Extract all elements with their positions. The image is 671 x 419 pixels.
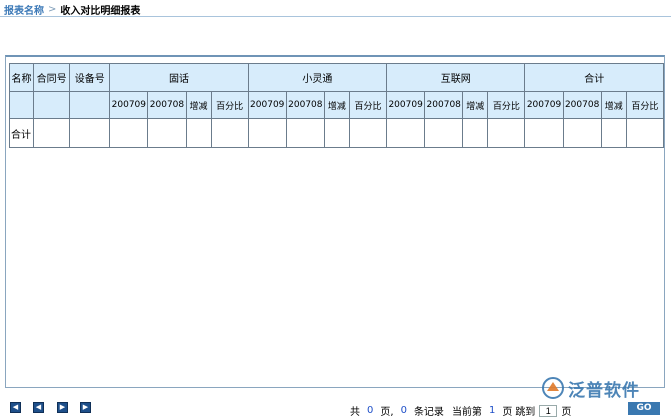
next-page-icon[interactable]: ▶	[57, 402, 68, 413]
go-button[interactable]: GO	[628, 402, 660, 415]
pager-total-records: 0	[400, 405, 407, 416]
group-header-total: 合计	[524, 63, 664, 92]
pager-pages-unit: 页,	[380, 407, 394, 418]
pager-jump-unit: 页	[561, 407, 572, 418]
prev-page-icon[interactable]: ◀	[33, 402, 44, 413]
jump-page-input[interactable]	[539, 404, 558, 417]
pager-total-pages: 0	[367, 405, 374, 416]
sub-header-percent: 百分比	[210, 91, 249, 119]
table-cell	[462, 118, 489, 148]
table-cell	[69, 118, 111, 148]
sub-header-200709: 200709	[524, 91, 564, 119]
page-title: 收入对比明细报表	[60, 5, 141, 17]
table-cell	[386, 118, 426, 148]
sub-header-change: 增减	[323, 91, 350, 119]
pager-current-prefix: 当前第	[451, 407, 482, 418]
group-header-landline: 固话	[109, 63, 249, 92]
table-cell	[185, 118, 212, 148]
pager-current-unit: 页	[502, 407, 513, 418]
table-cell	[600, 118, 627, 148]
table-cell	[210, 118, 249, 148]
total-row-label: 合计	[8, 118, 35, 148]
group-header-phs: 小灵通	[247, 63, 388, 92]
watermark-text: 泛普软件	[568, 380, 640, 401]
col-header-contract: 合同号	[33, 63, 71, 92]
pager-total-prefix: 共	[350, 407, 360, 418]
pager-current-page: 1	[488, 405, 496, 416]
sub-header-percent: 百分比	[487, 91, 526, 119]
col-header-device: 设备号	[69, 63, 111, 92]
group-header-internet: 互联网	[386, 63, 526, 92]
sub-header-200709: 200709	[247, 91, 287, 119]
sub-header-percent: 百分比	[625, 91, 665, 119]
sub-header-200708: 200708	[147, 91, 187, 119]
total-row: 合计	[8, 118, 665, 148]
pagination-bar: ◀ ◀ ▶ ▶ 共 0 页, 0 条记录 当前第 1 页 跳到 页 GO	[0, 398, 671, 419]
report-panel: 名称 合同号 设备号 固话 小灵通 互联网 合计 200709 200708 增…	[5, 55, 665, 388]
sub-header-percent: 百分比	[348, 91, 388, 119]
breadcrumb: 报表名称 > 收入对比明细报表	[4, 2, 141, 17]
pager-jump-label: 跳到	[515, 407, 536, 418]
table-cell	[487, 118, 526, 148]
table-cell	[33, 118, 71, 148]
header-blank-cell	[69, 91, 111, 119]
table-cell	[625, 118, 665, 148]
sub-header-200709: 200709	[109, 91, 149, 119]
sub-header-200709: 200709	[386, 91, 426, 119]
table-cell	[323, 118, 350, 148]
table-cell	[285, 118, 325, 148]
sub-header-200708: 200708	[562, 91, 602, 119]
first-page-icon[interactable]: ◀	[10, 402, 21, 413]
breadcrumb-separator: >	[48, 3, 57, 15]
header-blank-cell	[8, 91, 35, 119]
table-cell	[562, 118, 602, 148]
last-page-icon[interactable]: ▶	[80, 402, 91, 413]
pager-info: 共 0 页, 0 条记录 当前第 1 页 跳到 页	[350, 403, 571, 418]
table-cell	[247, 118, 287, 148]
table-cell	[109, 118, 149, 148]
report-table: 名称 合同号 设备号 固话 小灵通 互联网 合计 200709 200708 增…	[8, 63, 665, 148]
header-divider	[0, 16, 671, 17]
table-cell	[524, 118, 564, 148]
brand-logo-icon	[542, 377, 564, 399]
sub-header-change: 增减	[462, 91, 489, 119]
sub-header-change: 增减	[185, 91, 212, 119]
sub-header-200708: 200708	[285, 91, 325, 119]
sub-header-change: 增减	[600, 91, 627, 119]
table-cell	[348, 118, 388, 148]
breadcrumb-root-link[interactable]: 报表名称	[4, 2, 44, 17]
sub-header-200708: 200708	[424, 91, 464, 119]
pager-records-unit: 条记录	[413, 407, 444, 418]
col-header-name: 名称	[8, 63, 35, 92]
table-cell	[424, 118, 464, 148]
header-blank-cell	[33, 91, 71, 119]
table-cell	[147, 118, 187, 148]
